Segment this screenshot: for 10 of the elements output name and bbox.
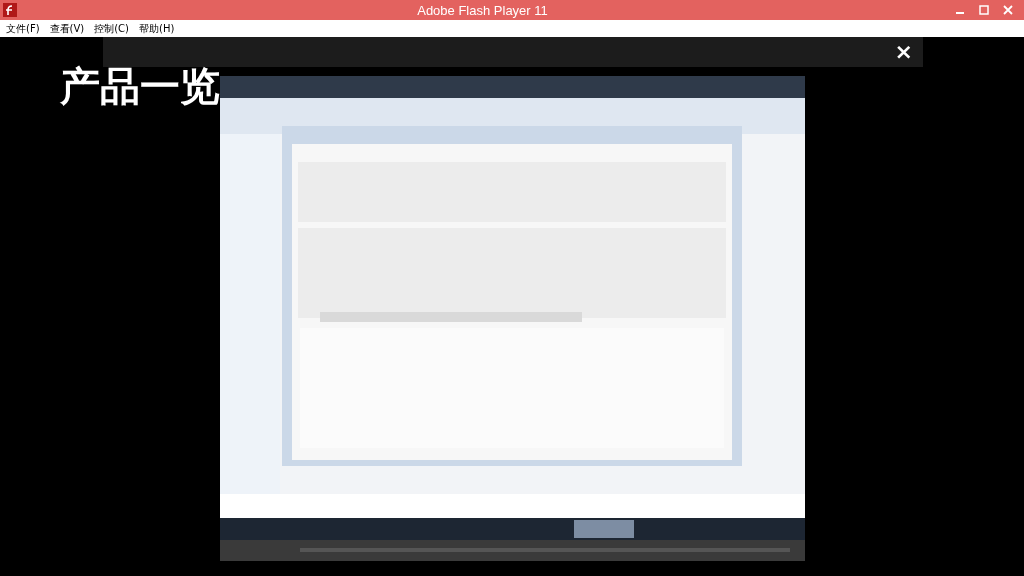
slide-title: 产品一览: [60, 62, 220, 111]
menu-item[interactable]: 查看(V): [49, 21, 85, 36]
maximize-button[interactable]: [979, 5, 989, 15]
menu-item[interactable]: 帮助(H): [139, 21, 175, 36]
menu-item[interactable]: 控制(C): [94, 21, 129, 36]
close-button[interactable]: [1003, 5, 1013, 15]
close-button[interactable]: ×: [894, 41, 913, 63]
window-title: Adobe Flash Player 11: [416, 2, 549, 18]
menu-item[interactable]: 文件(F): [6, 21, 40, 36]
app-icon: [3, 3, 17, 17]
